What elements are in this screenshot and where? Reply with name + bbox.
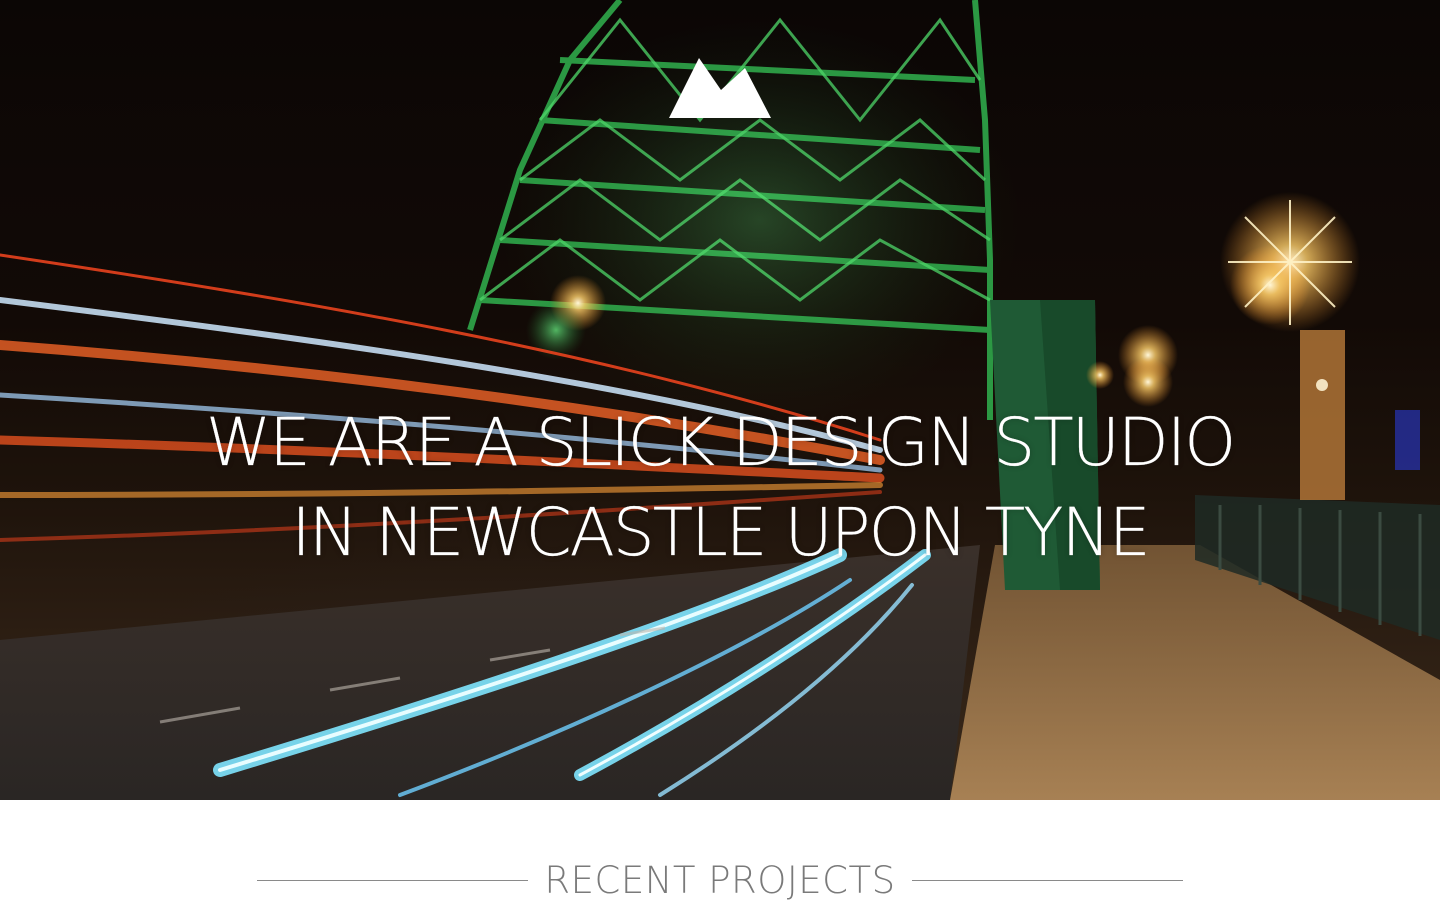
hero-headline: WE ARE A SLICK DESIGN STUDIO IN NEWCASTL…	[0, 398, 1440, 578]
heading-divider-right	[911, 879, 1184, 881]
recent-projects-heading: RECENT PROJECTS	[257, 857, 1184, 900]
hero-headline-line-1: WE ARE A SLICK DESIGN STUDIO	[205, 404, 1237, 481]
hero-banner: WE ARE A SLICK DESIGN STUDIO IN NEWCASTL…	[0, 0, 1440, 800]
hero-headline-line-2: IN NEWCASTLE UPON TYNE	[291, 494, 1150, 571]
recent-projects-title: RECENT PROJECTS	[544, 858, 896, 900]
mountain-crown-icon[interactable]	[669, 54, 771, 118]
heading-divider-left	[257, 879, 529, 881]
